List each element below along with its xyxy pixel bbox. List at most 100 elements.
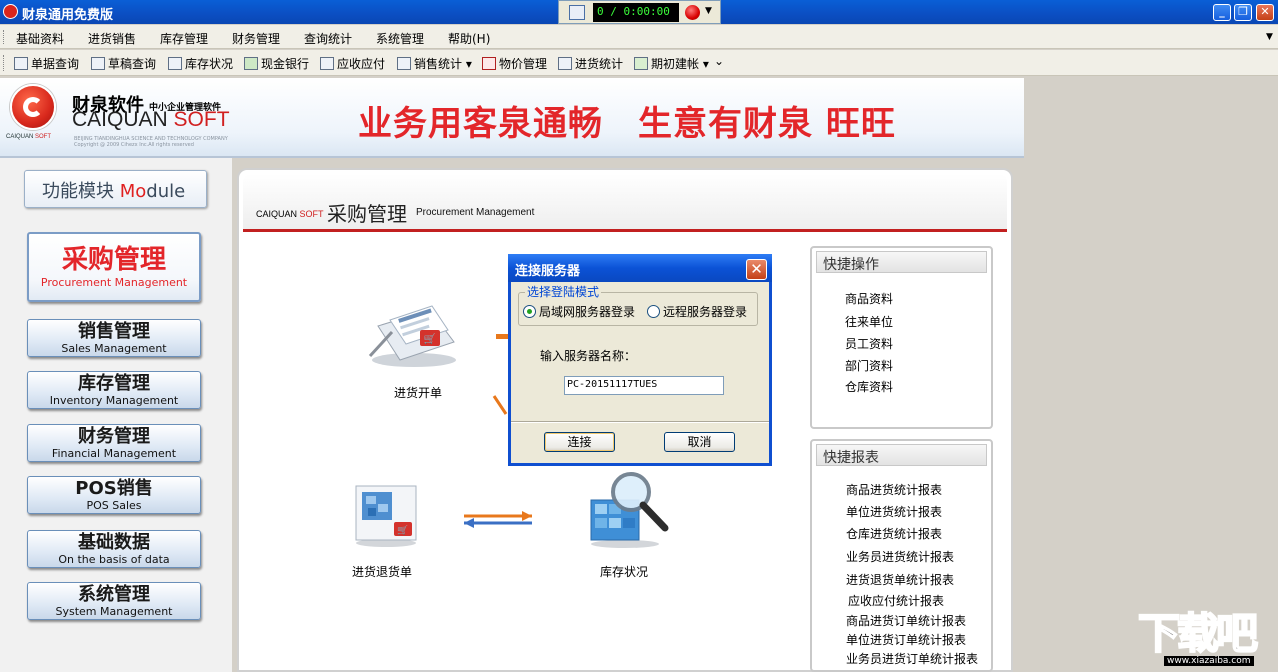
brand-banner: CAIQUAN SOFT 财泉软件 中小企业管理软件 CAIQUAN SOFT … bbox=[0, 78, 1024, 158]
module-finance-button[interactable]: 财务管理 Financial Management bbox=[27, 424, 201, 462]
screen-recorder-widget: 0 / 0:00:00 ▼ bbox=[558, 0, 721, 24]
report-link[interactable]: 商品进货统计报表 bbox=[846, 481, 942, 498]
report-link[interactable]: 商品进货订单统计报表 bbox=[846, 612, 966, 629]
quick-link[interactable]: 往来单位 bbox=[845, 313, 893, 330]
flow-arrow-icon bbox=[492, 395, 508, 415]
purchase-return-label[interactable]: 进货退货单 bbox=[352, 563, 412, 580]
empty-workspace bbox=[1024, 78, 1278, 672]
module-inventory-button[interactable]: 库存管理 Inventory Management bbox=[27, 371, 201, 409]
flow-arrow-icon bbox=[496, 334, 508, 339]
cancel-button[interactable]: 取消 bbox=[664, 432, 735, 452]
remote-login-radio[interactable]: 远程服务器登录 bbox=[647, 303, 747, 320]
logo-caption: CAIQUAN SOFT bbox=[6, 134, 52, 140]
purchase-stats-icon bbox=[558, 57, 572, 70]
toolbar-button[interactable]: 现金银行 bbox=[244, 55, 309, 72]
toolbar-button[interactable]: 销售统计 ▾ bbox=[397, 55, 472, 72]
toolbar-button[interactable]: 物价管理 bbox=[482, 55, 547, 72]
price-icon bbox=[482, 57, 496, 70]
menu-item[interactable]: 基础资料 bbox=[16, 30, 64, 47]
report-link[interactable]: 进货退货单统计报表 bbox=[846, 571, 954, 588]
toolbar: 单据查询 草稿查询 库存状况 现金银行 应收应付 销售统计 ▾ 物价管理 进货统… bbox=[0, 50, 1278, 76]
opening-account-icon bbox=[634, 57, 648, 70]
toolbar-button[interactable]: 草稿查询 bbox=[91, 55, 156, 72]
toolbar-button[interactable]: 库存状况 bbox=[168, 55, 233, 72]
banner-slogan: 业务用客泉通畅 生意有财泉 旺旺 bbox=[358, 104, 896, 144]
toolbar-button[interactable]: 期初建帐 ▾ bbox=[634, 55, 709, 72]
toolbar-button[interactable]: 应收应付 bbox=[320, 55, 385, 72]
close-window-button[interactable]: ✕ bbox=[1256, 4, 1274, 21]
menu-item[interactable]: 进货销售 bbox=[88, 30, 136, 47]
server-name-input[interactable]: PC-20151117TUES bbox=[564, 376, 724, 395]
toolbar-button[interactable]: 单据查询 bbox=[14, 55, 79, 72]
login-mode-label: 选择登陆模式 bbox=[525, 283, 602, 300]
brand-name-en: CAIQUAN SOFT bbox=[72, 108, 230, 131]
connect-button[interactable]: 连接 bbox=[544, 432, 615, 452]
quick-link[interactable]: 员工资料 bbox=[845, 335, 893, 352]
record-button-icon[interactable] bbox=[685, 5, 700, 20]
brand-fine-print: BEIJING TIANDINGHUA SCIENCE AND TECHNOLO… bbox=[74, 136, 228, 148]
quick-link[interactable]: 商品资料 bbox=[845, 290, 893, 307]
quick-operations-title: 快捷操作 bbox=[816, 251, 987, 273]
restore-button[interactable]: ❐ bbox=[1234, 4, 1252, 21]
menu-item[interactable]: 系统管理 bbox=[376, 30, 424, 47]
quick-reports-title: 快捷报表 bbox=[816, 444, 987, 466]
document-search-icon bbox=[14, 57, 28, 70]
module-pos-button[interactable]: POS销售 POS Sales bbox=[27, 476, 201, 514]
chevron-down-icon[interactable]: ▼ bbox=[705, 6, 712, 16]
module-header: 功能模块 Module bbox=[24, 170, 207, 208]
draft-icon bbox=[91, 57, 105, 70]
menu-item[interactable]: 库存管理 bbox=[160, 30, 208, 47]
stock-status-icon[interactable] bbox=[585, 470, 671, 550]
minimize-button[interactable]: _ bbox=[1213, 4, 1231, 21]
menu-item[interactable]: 查询统计 bbox=[304, 30, 352, 47]
quick-link[interactable]: 部门资料 bbox=[845, 357, 893, 374]
stock-status-label[interactable]: 库存状况 bbox=[600, 563, 648, 580]
recorder-settings-icon[interactable] bbox=[569, 5, 585, 20]
toolbar-button[interactable]: 进货统计 bbox=[558, 55, 623, 72]
report-link[interactable]: 单位进货统计报表 bbox=[846, 503, 942, 520]
page-title-en: Procurement Management bbox=[416, 207, 535, 218]
sales-stats-icon bbox=[397, 57, 411, 70]
quick-operations-panel: 快捷操作 bbox=[810, 246, 993, 429]
radio-unchecked-icon bbox=[647, 305, 660, 318]
module-system-button[interactable]: 系统管理 System Management bbox=[27, 582, 201, 620]
bank-icon bbox=[244, 57, 258, 70]
module-procurement-button[interactable]: 采购管理 Procurement Management bbox=[27, 232, 201, 302]
menu-item[interactable]: 财务管理 bbox=[232, 30, 280, 47]
dialog-close-button[interactable]: ✕ bbox=[746, 259, 767, 280]
caiquan-logo-icon bbox=[10, 84, 56, 130]
toolbar-overflow-icon[interactable]: ⌄ bbox=[714, 54, 724, 68]
radio-checked-icon bbox=[523, 305, 536, 318]
module-sales-button[interactable]: 销售管理 Sales Management bbox=[27, 319, 201, 357]
recorder-timer: 0 / 0:00:00 bbox=[593, 3, 679, 22]
purchase-return-icon[interactable]: 🛒 bbox=[350, 482, 422, 548]
report-link[interactable]: 仓库进货统计报表 bbox=[846, 525, 942, 542]
report-link[interactable]: 单位进货订单统计报表 bbox=[846, 631, 966, 648]
svg-text:🛒: 🛒 bbox=[424, 332, 436, 345]
page-title: 采购管理 bbox=[327, 202, 407, 226]
server-name-label: 输入服务器名称： bbox=[540, 349, 637, 363]
lan-login-radio[interactable]: 局域网服务器登录 bbox=[523, 303, 635, 320]
quick-link[interactable]: 仓库资料 bbox=[845, 378, 893, 395]
chevron-down-icon[interactable]: ▼ bbox=[1266, 32, 1273, 42]
content-brand: CAIQUAN SOFT bbox=[256, 209, 324, 219]
module-basic-data-button[interactable]: 基础数据 On the basis of data bbox=[27, 530, 201, 568]
dialog-separator bbox=[511, 421, 769, 423]
purchase-order-label[interactable]: 进货开单 bbox=[394, 384, 442, 401]
svg-text:🛒: 🛒 bbox=[397, 524, 408, 536]
app-logo-icon bbox=[3, 4, 18, 19]
toolbar-grip[interactable] bbox=[3, 55, 6, 71]
receivable-icon bbox=[320, 57, 334, 70]
window-title: 财泉通用免费版 bbox=[22, 8, 114, 23]
site-watermark: 下载吧 www.xiazaiba.com bbox=[1137, 611, 1272, 668]
menu-bar: 基础资料 进货销售 库存管理 财务管理 查询统计 系统管理 帮助(H) ▼ bbox=[0, 25, 1278, 49]
inventory-icon bbox=[168, 57, 182, 70]
purchase-order-icon[interactable]: 🛒 bbox=[368, 300, 460, 368]
report-link[interactable]: 应收应付统计报表 bbox=[848, 592, 944, 609]
watermark-url: www.xiazaiba.com bbox=[1164, 656, 1254, 666]
report-link[interactable]: 业务员进货统计报表 bbox=[846, 548, 954, 565]
report-link[interactable]: 业务员进货订单统计报表 bbox=[846, 650, 978, 667]
menu-grip[interactable] bbox=[3, 30, 6, 44]
flow-arrows-icon bbox=[464, 511, 532, 528]
menu-item[interactable]: 帮助(H) bbox=[448, 30, 490, 47]
